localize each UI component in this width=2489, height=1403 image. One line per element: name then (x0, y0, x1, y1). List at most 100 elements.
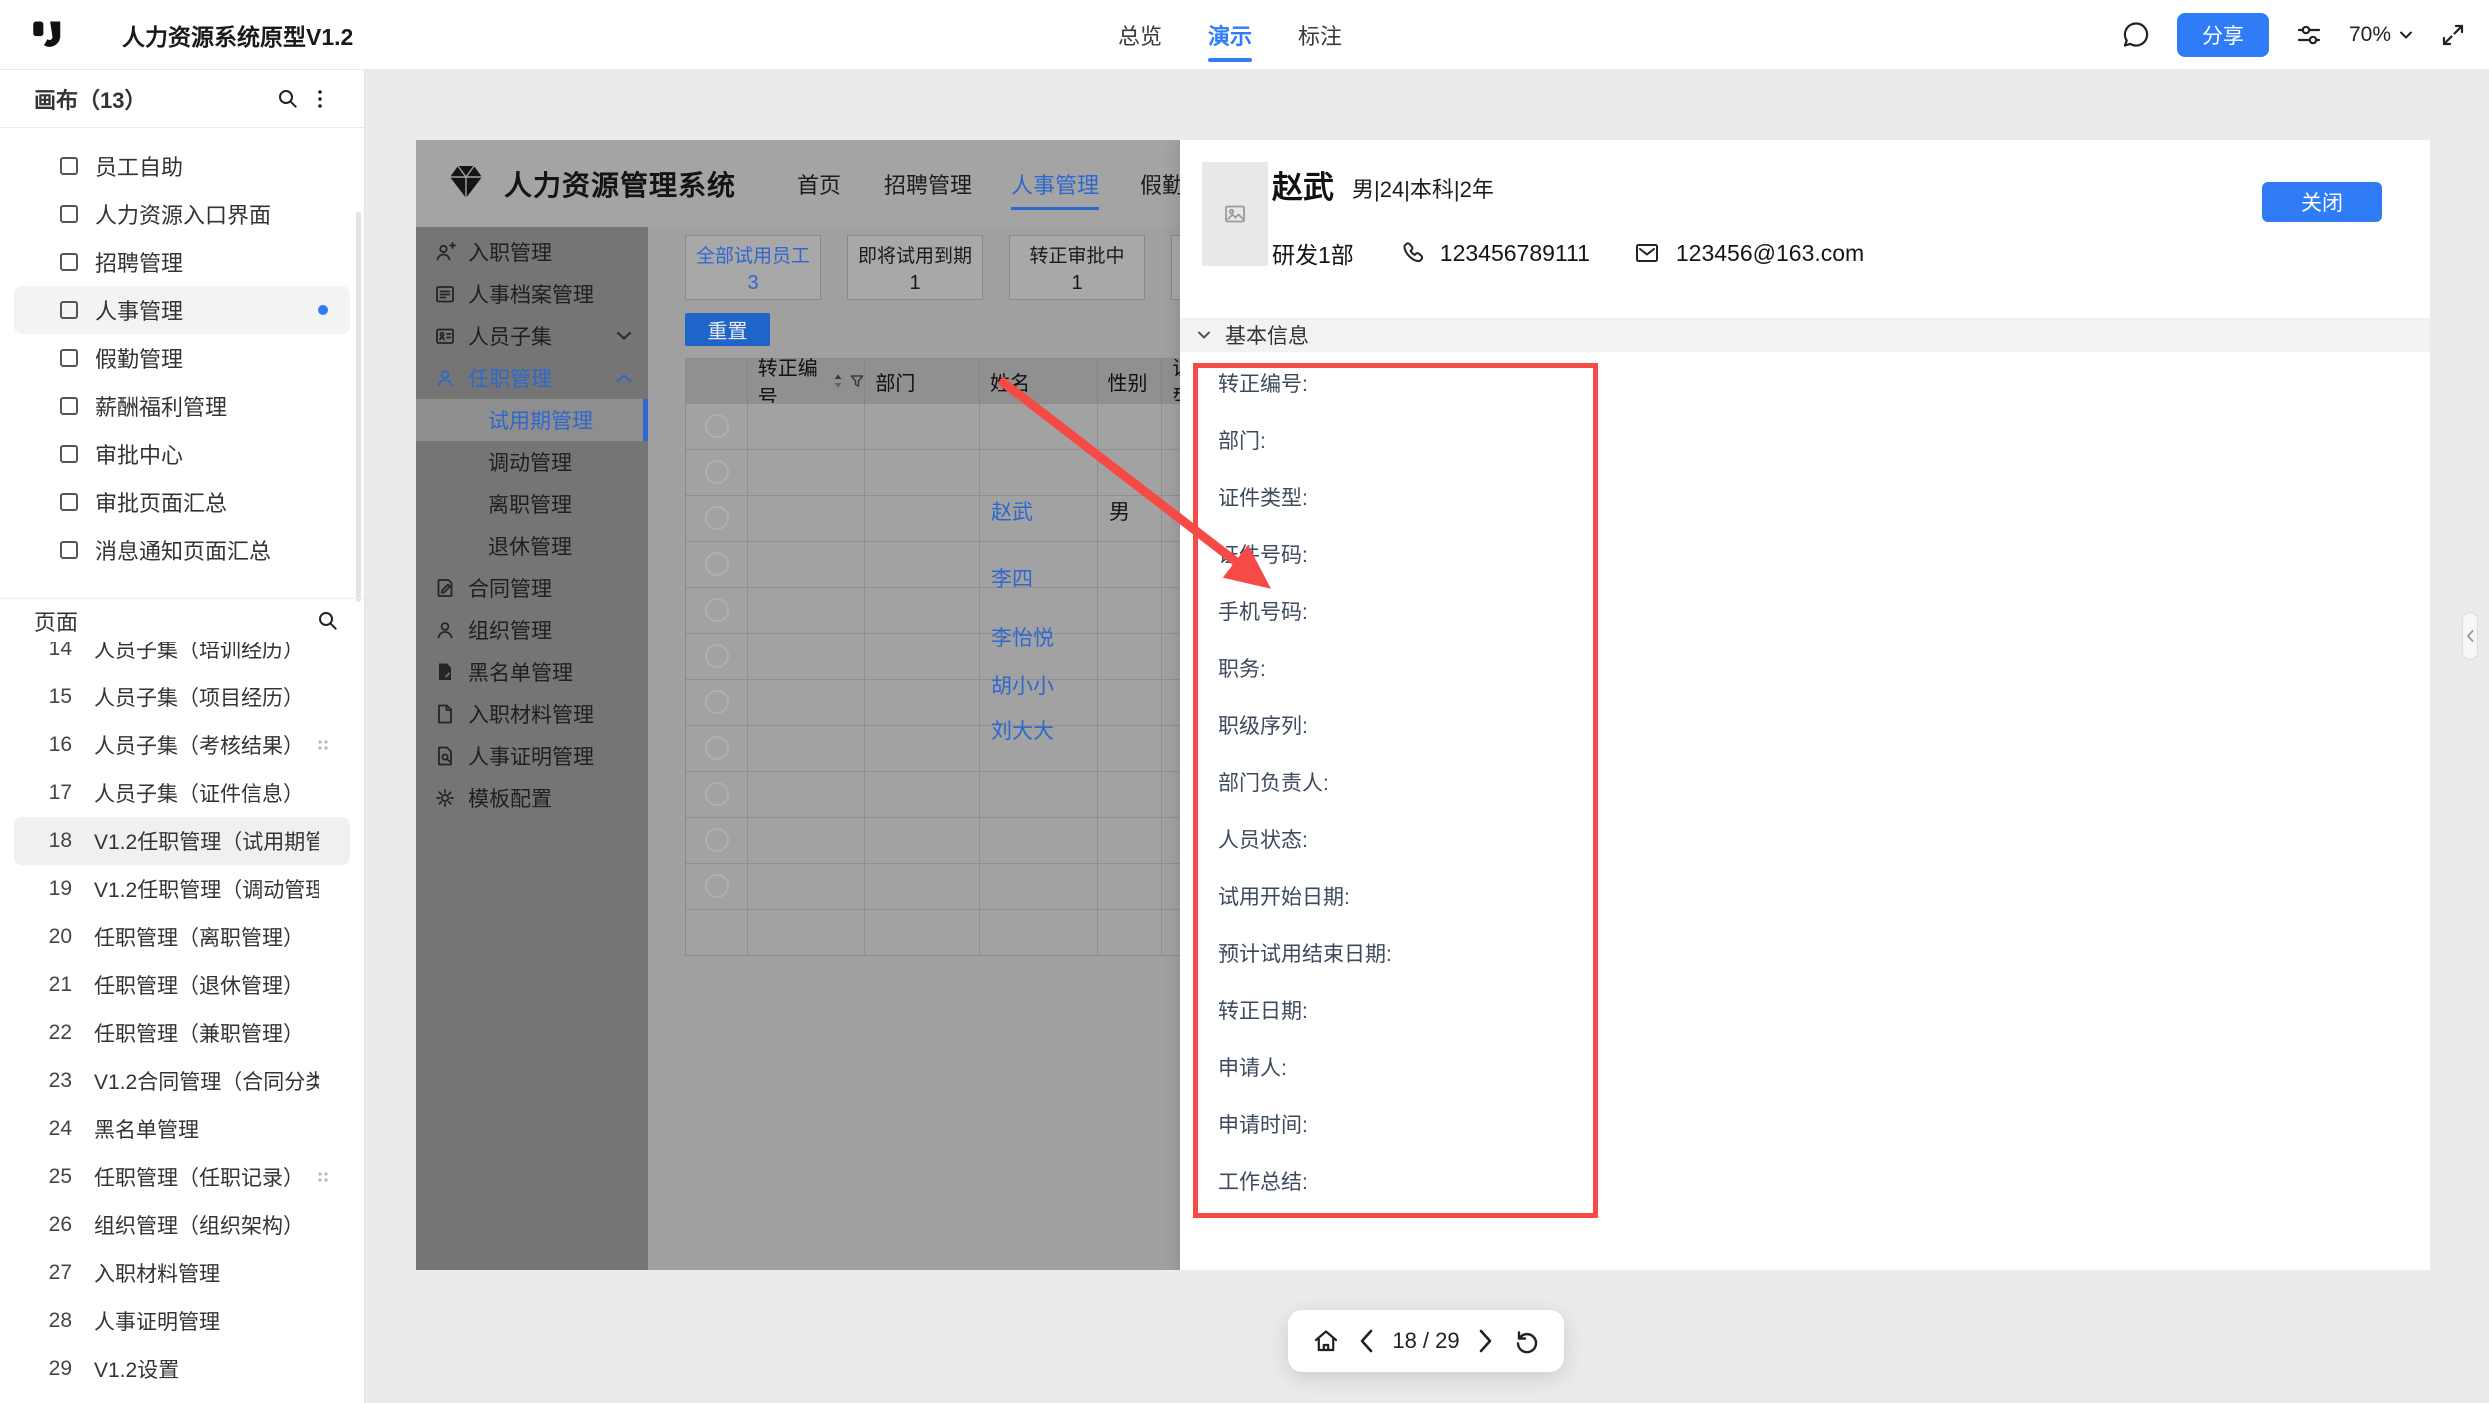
row-radio[interactable] (705, 460, 729, 484)
stat-card[interactable]: 即将试用到期 1 (847, 235, 983, 300)
probation-table: 转正编号部门姓名性别证件类型 赵武男李四李怡悦胡小小刘大大 (685, 358, 1253, 956)
proto-menu-item[interactable]: 入职材料管理 (416, 693, 648, 735)
canvas-list-item[interactable]: 审批页面汇总 (0, 478, 364, 526)
proto-nav-item[interactable]: 人事管理 (1011, 140, 1099, 227)
canvas-list-item[interactable]: 招聘管理 (0, 238, 364, 286)
canvas-list-item[interactable]: 员工自助 (0, 142, 364, 190)
proto-menu-item[interactable]: 组织管理 (416, 609, 648, 651)
page-list-item[interactable]: 16 人员子集（考核结果） (0, 721, 364, 769)
proto-menu-item[interactable]: 离职管理 (416, 483, 648, 525)
page-number: 24 (36, 1117, 72, 1141)
page-list-item[interactable]: 22 任职管理（兼职管理） (0, 1009, 364, 1057)
home-button[interactable] (1312, 1327, 1340, 1355)
page-list-item[interactable]: 27 入职材料管理 (0, 1249, 364, 1297)
page-list-item[interactable]: 21 任职管理（退休管理） (0, 961, 364, 1009)
proto-menu-item[interactable]: 退休管理 (416, 525, 648, 567)
proto-menu-item[interactable]: 调动管理 (416, 441, 648, 483)
row-radio[interactable] (705, 690, 729, 714)
search-icon[interactable] (316, 609, 340, 633)
comment-icon[interactable] (2121, 20, 2151, 50)
page-list-item[interactable]: 25 任职管理（任职记录） (0, 1153, 364, 1201)
search-icon[interactable] (276, 87, 300, 111)
page-number: 25 (36, 1165, 72, 1189)
page-list-item[interactable]: 26 组织管理（组织架构） (0, 1201, 364, 1249)
proto-menu-item[interactable]: 入职管理 (416, 231, 648, 273)
close-button[interactable]: 关闭 (2262, 182, 2382, 222)
topbar-tab[interactable]: 标注 (1298, 0, 1342, 70)
canvas-list-item[interactable]: 人力资源入口界面 (0, 190, 364, 238)
row-radio[interactable] (705, 874, 729, 898)
page-list-item[interactable]: 19 V1.2任职管理（调动管理）调… (0, 865, 364, 913)
next-page-button[interactable] (1478, 1328, 1494, 1354)
detail-field-label: 申请人: (1218, 1038, 1392, 1095)
proto-menu-item[interactable]: 任职管理 (416, 357, 648, 399)
phone-icon (1398, 240, 1424, 266)
proto-menu-item[interactable]: 黑名单管理 (416, 651, 648, 693)
proto-nav-item[interactable]: 招聘管理 (884, 140, 972, 227)
proto-menu-item[interactable]: 人事档案管理 (416, 273, 648, 315)
sort-icon[interactable] (832, 373, 844, 389)
proto-menu-item[interactable]: 人事证明管理 (416, 735, 648, 777)
detail-field-label: 证件类型: (1218, 468, 1392, 525)
canvas-list-item[interactable]: 薪酬福利管理 (0, 382, 364, 430)
canvas-list-item[interactable]: 审批中心 (0, 430, 364, 478)
topbar-tab[interactable]: 演示 (1208, 0, 1252, 70)
fullscreen-icon[interactable] (2439, 21, 2467, 49)
row-radio[interactable] (705, 782, 729, 806)
row-radio[interactable] (705, 414, 729, 438)
proto-menu-item[interactable]: 合同管理 (416, 567, 648, 609)
page-list-item[interactable]: 28 人事证明管理 (0, 1297, 364, 1345)
page-label: 组织管理（组织架构） (94, 1210, 304, 1240)
row-radio[interactable] (705, 506, 729, 530)
filter-icon[interactable] (850, 374, 864, 388)
proto-menu-item[interactable]: 试用期管理 (416, 399, 648, 441)
page-list-item[interactable]: 24 黑名单管理 (0, 1105, 364, 1153)
employee-name-link[interactable]: 胡小小 (991, 670, 1054, 700)
page-list-item[interactable]: 29 V1.2设置 (0, 1345, 364, 1393)
page-label: 入职材料管理 (94, 1258, 220, 1288)
app-logo-icon[interactable] (30, 17, 68, 53)
zoom-control[interactable]: 70% (2349, 23, 2413, 47)
row-radio[interactable] (705, 736, 729, 760)
right-panel-handle[interactable] (2462, 612, 2478, 660)
menu-label: 任职管理 (468, 363, 552, 393)
detail-field-label: 人员状态: (1218, 810, 1392, 867)
proto-menu-item[interactable]: 人员子集 (416, 315, 648, 357)
employee-name-link[interactable]: 李四 (991, 563, 1033, 593)
canvas-list-item[interactable]: 假勤管理 (0, 334, 364, 382)
row-radio[interactable] (705, 598, 729, 622)
share-button[interactable]: 分享 (2177, 13, 2269, 57)
page-list-item[interactable]: 14 人员子集（培训经历） (0, 642, 364, 673)
canvas-list-item[interactable]: 人事管理 (14, 286, 350, 334)
reset-button[interactable]: 重置 (685, 313, 770, 346)
page-label: 人员子集（考核结果） (94, 730, 304, 760)
row-radio[interactable] (705, 644, 729, 668)
page-list-item[interactable]: 20 任职管理（离职管理） (0, 913, 364, 961)
page-list-item[interactable]: 18 V1.2任职管理（试用期管理）… (14, 817, 350, 865)
canvas-list-item[interactable]: 消息通知页面汇总 (0, 526, 364, 574)
column-header[interactable]: 转正编号 (748, 359, 866, 403)
menu-label: 调动管理 (488, 447, 572, 477)
sidebar-scrollbar[interactable] (356, 212, 361, 602)
prev-page-button[interactable] (1358, 1328, 1374, 1354)
stat-card[interactable]: 转正审批中 1 (1009, 235, 1145, 300)
section-title: 基本信息 (1225, 320, 1309, 350)
more-kebab-icon[interactable] (316, 87, 324, 111)
page-list-item[interactable]: 15 人员子集（项目经历） (0, 673, 364, 721)
employee-name-link[interactable]: 李怡悦 (991, 622, 1054, 652)
restart-button[interactable] (1512, 1327, 1540, 1355)
employee-name-link[interactable]: 赵武 (991, 496, 1033, 526)
person-icon (434, 367, 456, 389)
page-list-item[interactable]: 23 V1.2合同管理（合同分类逻辑… (0, 1057, 364, 1105)
settings-sliders-icon[interactable] (2295, 21, 2323, 49)
topbar-tab[interactable]: 总览 (1118, 0, 1162, 70)
row-radio[interactable] (705, 552, 729, 576)
stat-card[interactable]: 全部试用员工 3 (685, 235, 821, 300)
employee-name-link[interactable]: 刘大大 (991, 715, 1054, 745)
row-radio[interactable] (705, 828, 729, 852)
proto-nav-item[interactable]: 首页 (797, 140, 841, 227)
section-basic-info[interactable]: 基本信息 (1180, 318, 2430, 352)
proto-menu-item[interactable]: 模板配置 (416, 777, 648, 819)
page-list-item[interactable]: 17 人员子集（证件信息） (0, 769, 364, 817)
page-number: 20 (36, 925, 72, 949)
